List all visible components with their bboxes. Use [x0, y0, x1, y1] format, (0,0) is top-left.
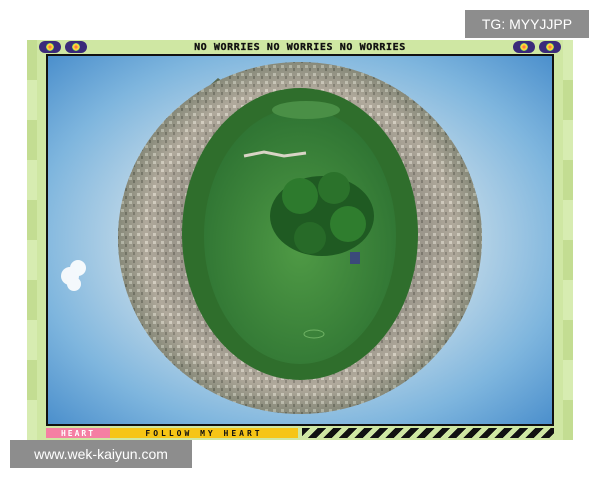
upper-pond	[272, 101, 340, 119]
pavilion	[350, 252, 360, 264]
poster-bottom-bar: HEART FOLLOW MY HEART	[46, 428, 554, 438]
tg-watermark: TG: MYYJJPP	[465, 10, 589, 38]
poster-top-bar: NO WORRIES NO WORRIES NO WORRIES	[37, 40, 563, 54]
rainbow-badge-icon	[39, 41, 61, 53]
hazard-stripes	[302, 428, 554, 438]
tiny-planet-photo	[46, 54, 554, 426]
heart-label: HEART	[46, 428, 110, 438]
follow-my-heart-label: FOLLOW MY HEART	[110, 428, 298, 438]
url-watermark: www.wek-kaiyun.com	[10, 440, 192, 468]
tiny-planet-illustration	[48, 56, 552, 424]
rainbow-badge-icon	[65, 41, 87, 53]
badge-group-left	[37, 41, 89, 53]
rainbow-badge-icon	[539, 41, 561, 53]
frame-stripe-left	[27, 40, 37, 440]
badge-group-right	[511, 41, 563, 53]
frame-stripe-right	[563, 40, 573, 440]
top-slogan: NO WORRIES NO WORRIES NO WORRIES	[194, 41, 406, 53]
rainbow-badge-icon	[513, 41, 535, 53]
